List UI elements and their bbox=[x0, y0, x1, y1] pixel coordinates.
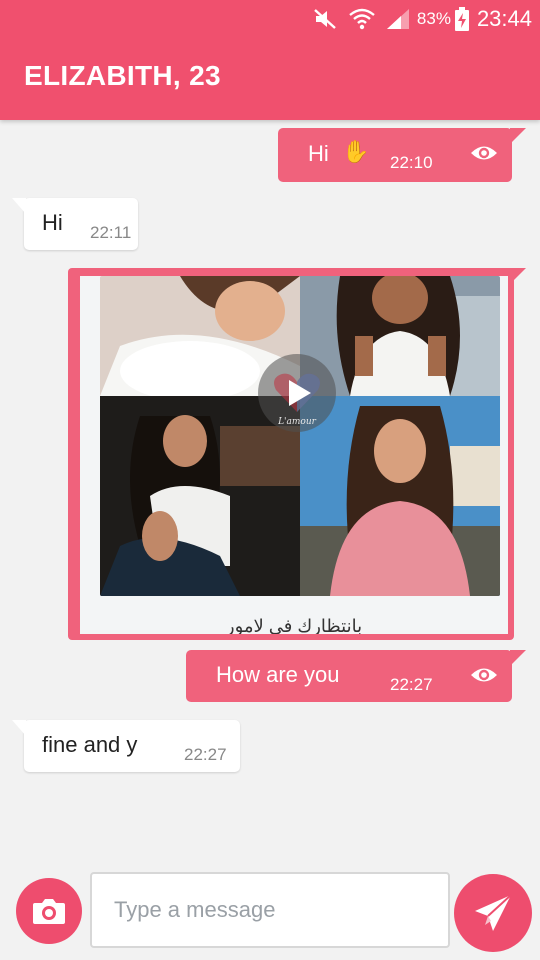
lamour-logo-icon: L'amour bbox=[274, 373, 320, 427]
image-card: L'amour بانتظارك في لامور bbox=[80, 276, 508, 634]
message-text: Hi bbox=[42, 210, 63, 235]
send-icon bbox=[475, 894, 512, 931]
bubble-tail bbox=[12, 198, 26, 214]
message-incoming[interactable]: fine and y 22:27 bbox=[12, 720, 240, 772]
chat-title[interactable]: ELIZABITH, 23 bbox=[24, 60, 221, 92]
bubble-tail bbox=[510, 650, 526, 666]
camera-button[interactable] bbox=[16, 878, 82, 944]
message-list[interactable]: Hi ✋ 22:10 Hi 22:11 L'amour بانتظارك في … bbox=[0, 120, 540, 860]
play-button[interactable]: L'amour bbox=[258, 354, 336, 432]
logo-text: L'amour bbox=[277, 417, 317, 427]
message-text: fine and y bbox=[42, 732, 138, 757]
battery-charging-icon bbox=[454, 7, 469, 31]
battery-percent: 83% bbox=[416, 9, 451, 28]
status-time: 23:44 bbox=[476, 6, 532, 31]
message-time: 22:27 bbox=[184, 745, 227, 764]
image-message[interactable]: L'amour بانتظارك في لامور bbox=[68, 268, 526, 640]
mute-icon bbox=[313, 8, 339, 30]
message-input[interactable] bbox=[114, 897, 424, 923]
message-time: 22:10 bbox=[390, 153, 433, 172]
seen-eye-icon bbox=[471, 146, 497, 160]
message-input-box[interactable] bbox=[90, 872, 450, 948]
bubble-tail bbox=[12, 720, 26, 736]
message-outgoing[interactable]: How are you 22:27 bbox=[186, 650, 526, 702]
message-text: Hi bbox=[308, 141, 329, 166]
photo-collage[interactable]: L'amour bbox=[100, 276, 500, 596]
message-incoming[interactable]: Hi 22:11 bbox=[12, 198, 138, 250]
wifi-icon bbox=[349, 7, 375, 31]
seen-eye-icon bbox=[471, 668, 497, 682]
wave-emoji: ✋ bbox=[342, 139, 370, 164]
status-bar: 83% 23:44 bbox=[0, 0, 540, 38]
signal-icon bbox=[385, 7, 411, 31]
message-time: 22:11 bbox=[90, 223, 132, 242]
message-text: How are you bbox=[216, 662, 340, 687]
bubble-tail bbox=[510, 268, 526, 284]
message-time: 22:27 bbox=[390, 675, 433, 694]
send-button[interactable] bbox=[454, 874, 532, 952]
camera-icon bbox=[33, 899, 65, 924]
app-header: 83% 23:44 ELIZABITH, 23 bbox=[0, 0, 540, 120]
message-outgoing[interactable]: Hi ✋ 22:10 bbox=[278, 128, 526, 182]
bubble-tail bbox=[510, 128, 526, 144]
image-caption: بانتظارك في لامور bbox=[225, 616, 363, 634]
